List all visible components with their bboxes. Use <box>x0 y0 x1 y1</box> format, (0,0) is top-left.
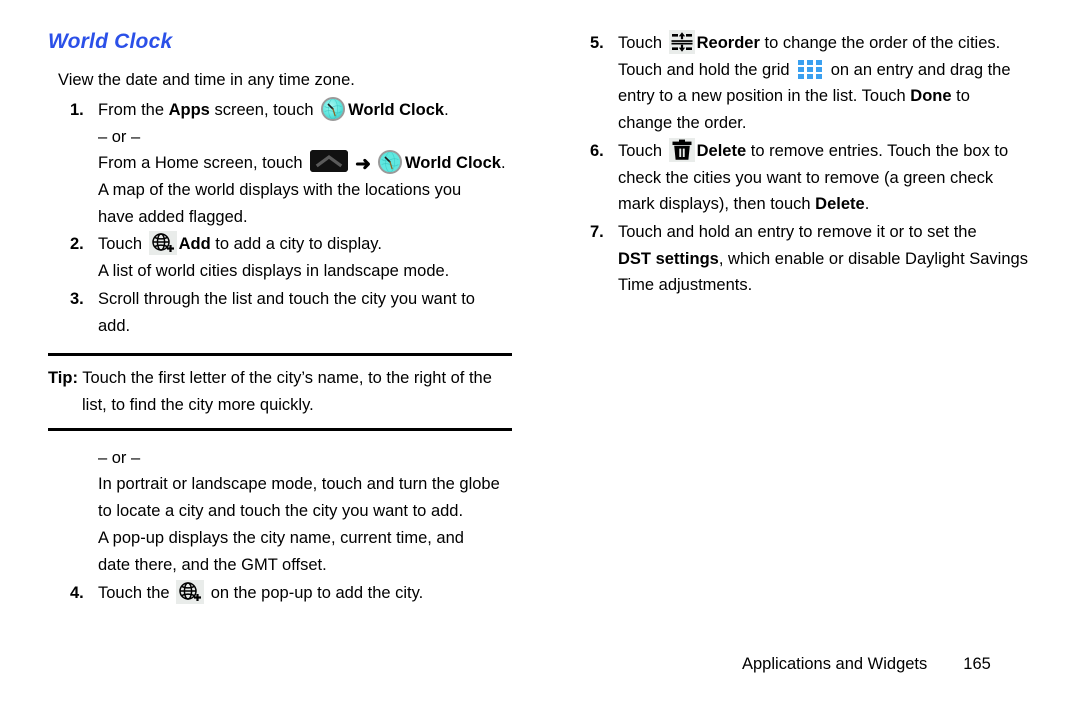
manual-page: World Clock View the date and time in an… <box>0 0 1080 720</box>
reorder-icon[interactable] <box>668 30 695 54</box>
world-clock-icon[interactable] <box>321 96 346 121</box>
step-7-line-3: Time adjustments. <box>618 276 753 295</box>
step-4: 4. Touch the on the pop-up to add the ci… <box>48 580 518 607</box>
add-label: Add <box>178 235 211 254</box>
step-1-line-4: have added flagged. <box>98 207 248 226</box>
text-fragment: on an entry and drag the <box>826 60 1011 79</box>
step-1: 1. From the Apps screen, touch World Clo… <box>48 96 518 231</box>
text-fragment: Touch <box>98 235 147 254</box>
step-number: 3. <box>70 289 84 308</box>
text-fragment: entry to a new position in the list. Tou… <box>618 87 911 106</box>
step-number: 7. <box>590 223 604 242</box>
step-5-line-3: entry to a new position in the list. Tou… <box>618 83 1030 110</box>
step-number: 1. <box>70 100 84 119</box>
step-5: 5. Touch Reorder to change the order of … <box>568 30 1030 137</box>
delete-label: Delete <box>815 195 865 214</box>
text-fragment: Touch and hold the grid <box>618 60 795 79</box>
step-6-line-3: mark displays), then touch Delete. <box>618 191 1030 218</box>
after-tip-p2-line2: date there, and the GMT offset. <box>98 555 327 574</box>
step-4-line-1: Touch the on the pop-up to add the city. <box>98 580 518 607</box>
step-5-line-2: Touch and hold the grid on an entry and … <box>618 57 1030 84</box>
step-3-line-2: add. <box>98 316 131 335</box>
footer-page-number: 165 <box>963 655 991 673</box>
delete-trash-icon[interactable] <box>668 137 695 162</box>
or-separator-2: – or – <box>98 448 141 467</box>
or-separator: – or – <box>98 127 141 146</box>
step-5-line-1: Touch Reorder to change the order of the… <box>618 30 1030 57</box>
step-number: 5. <box>590 34 604 52</box>
footer-chapter: Applications and Widgets <box>742 655 928 673</box>
text-fragment: . <box>864 195 870 214</box>
step-5-line-4: change the order. <box>618 114 747 133</box>
step-1-line-3: A map of the world displays with the loc… <box>98 180 462 199</box>
text-fragment: Touch the <box>98 584 175 603</box>
delete-label: Delete <box>696 141 747 160</box>
step-7: 7. Touch and hold an entry to remove it … <box>568 219 1030 299</box>
tip-block: Tip: Touch the first letter of the city’… <box>48 353 512 431</box>
step-2-line-2: A list of world cities displays in lands… <box>98 262 450 281</box>
after-tip-p1-line1: In portrait or landscape mode, touch and… <box>98 475 500 494</box>
world-clock-icon[interactable] <box>378 150 402 175</box>
text-fragment: . <box>444 100 449 119</box>
tip-body: Touch the first letter of the city’s nam… <box>77 369 492 414</box>
steps-list-right: 5. Touch Reorder to change the order of … <box>568 30 1030 299</box>
text-fragment: From the <box>98 100 169 119</box>
step-1-line-2: From a Home screen, touch ➜ World Clock. <box>98 150 518 177</box>
after-tip-block: – or – In portrait or landscape mode, to… <box>48 445 518 579</box>
reorder-label: Reorder <box>696 34 760 52</box>
text-fragment: , which enable or disable Daylight Savin… <box>718 249 1028 268</box>
intro-text: View the date and time in any time zone. <box>58 71 355 90</box>
apps-chevron-icon[interactable] <box>310 150 349 173</box>
step-2-line-1: Touch Add to add a city to display. <box>98 231 518 258</box>
text-fragment: to remove entries. Touch the box to <box>746 141 1009 160</box>
grid-handle-icon[interactable] <box>797 58 823 80</box>
step-3: 3. Scroll through the list and touch the… <box>48 286 518 339</box>
steps-list-left: 1. From the Apps screen, touch World Clo… <box>48 96 518 339</box>
text-fragment: to change the order of the cities. <box>759 34 1001 52</box>
step-number: 6. <box>590 141 604 160</box>
page-footer: Applications and Widgets 165 <box>742 655 991 674</box>
step-2: 2. Touch Add to add a city to display. A… <box>48 231 518 284</box>
apps-label: Apps <box>168 100 210 119</box>
tip-text: Tip: Touch the first letter of the city’… <box>48 365 512 418</box>
world-clock-label: World Clock <box>348 100 445 119</box>
globe-add-icon[interactable] <box>176 580 205 605</box>
step-7-line-2: DST settings, which enable or disable Da… <box>618 246 1030 273</box>
right-column: 5. Touch Reorder to change the order of … <box>568 30 1030 300</box>
world-clock-label: World Clock <box>405 154 501 173</box>
done-label: Done <box>910 87 952 106</box>
tip-label: Tip: <box>48 369 78 388</box>
text-fragment: Touch <box>618 141 667 160</box>
text-fragment: mark displays), then touch <box>618 195 816 214</box>
step-6-line-1: Touch Delete to remove entries. Touch th… <box>618 137 1030 165</box>
step-1-line-1: From the Apps screen, touch World Clock. <box>98 96 518 124</box>
text-fragment: . <box>500 154 506 173</box>
right-arrow-icon: ➜ <box>355 154 371 176</box>
globe-add-icon[interactable] <box>148 231 177 256</box>
text-fragment: screen, touch <box>209 100 319 119</box>
text-fragment: to <box>951 87 970 106</box>
step-number: 2. <box>70 235 84 254</box>
page-title: World Clock <box>48 30 173 53</box>
after-tip-p1-line2: to locate a city and touch the city you … <box>98 502 464 521</box>
step-7-line-1: Touch and hold an entry to remove it or … <box>618 223 977 242</box>
text-fragment: to add a city to display. <box>210 235 382 254</box>
left-column: World Clock View the date and time in an… <box>48 30 518 608</box>
step-6-line-2: check the cities you want to remove (a g… <box>618 168 994 187</box>
text-fragment: on the pop-up to add the city. <box>206 584 424 603</box>
after-tip-p2-line1: A pop-up displays the city name, current… <box>98 528 464 547</box>
step-number: 4. <box>70 584 84 603</box>
step-3-line-1: Scroll through the list and touch the ci… <box>98 289 475 308</box>
text-fragment: From a Home screen, touch <box>98 154 308 173</box>
text-fragment: Touch <box>618 34 667 52</box>
step-6: 6. Touch Delete to remove entries. Touch… <box>568 137 1030 218</box>
dst-settings-label: DST settings <box>618 249 719 268</box>
